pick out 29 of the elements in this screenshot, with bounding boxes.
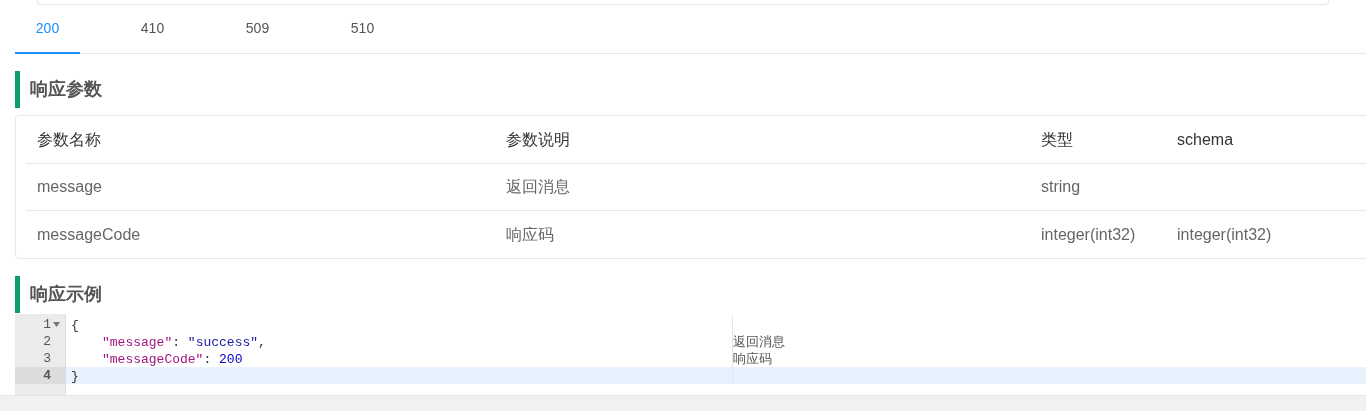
code-line: "messageCode": 200 (101, 352, 243, 367)
line-number: 4 (43, 367, 51, 384)
tab[interactable]: 410 (120, 5, 185, 54)
accent-bar (15, 71, 20, 108)
column-header: schema (1176, 129, 1235, 150)
tab[interactable]: 509 (225, 5, 290, 54)
section-title: 响应参数 (30, 78, 102, 101)
line-number: 2 (43, 333, 51, 350)
section-title: 响应示例 (30, 283, 102, 306)
column-header: 类型 (1040, 129, 1074, 150)
fold-caret-icon[interactable] (52, 322, 60, 327)
table-cell: string (1041, 178, 1081, 195)
tab[interactable]: 510 (330, 5, 395, 54)
code-line: } (71, 369, 79, 384)
table-cell: integer(int32) (1177, 225, 1272, 243)
column-header: 参数名称 (36, 129, 102, 150)
accent-bar (15, 276, 20, 313)
code-line: { (71, 318, 79, 333)
code-line: "message": "success", (101, 335, 266, 350)
column-header: 参数说明 (505, 129, 571, 150)
table-cell: 返回消息 (506, 178, 570, 195)
line-number: 3 (43, 350, 51, 367)
table-cell: messageCode (37, 225, 141, 243)
line-number: 1 (43, 316, 51, 333)
code-comment: 返回消息 (733, 334, 785, 349)
table-cell: message (37, 178, 102, 195)
table-cell: integer(int32) (1041, 225, 1136, 243)
table-cell: 响应码 (506, 225, 554, 243)
code-comment: 响应码 (733, 351, 772, 366)
